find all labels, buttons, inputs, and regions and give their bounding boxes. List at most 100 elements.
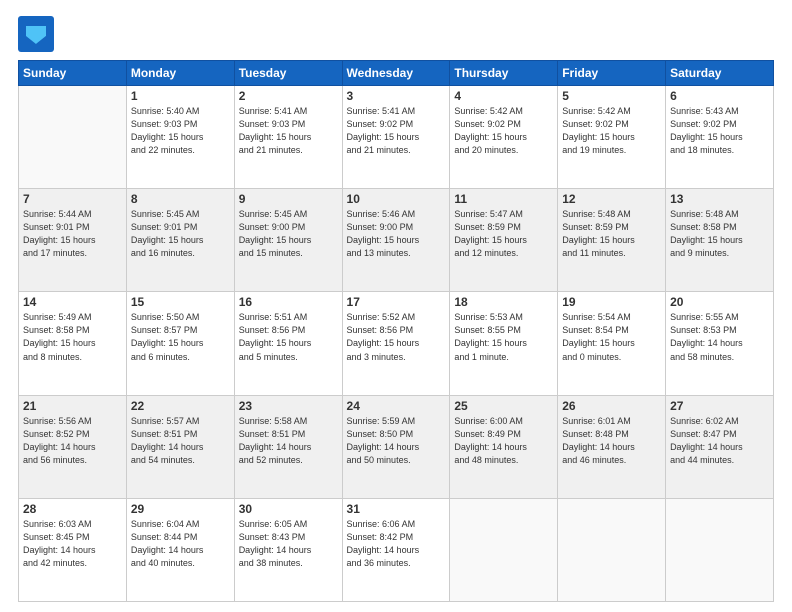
logo [18, 16, 58, 52]
calendar-week-row: 21 Sunrise: 5:56 AM Sunset: 8:52 PM Dayli… [19, 395, 774, 498]
calendar-cell: 30Sunrise: 6:05 AM Sunset: 8:43 PM Dayli… [234, 498, 342, 601]
day-number: 20 [670, 295, 769, 309]
calendar-cell: 12Sunrise: 5:48 AM Sunset: 8:59 PM Dayli… [558, 189, 666, 292]
calendar-cell: 4 Sunrise: 5:42 AM Sunset: 9:02 PM Daylig… [450, 86, 558, 189]
day-number: 15 [131, 295, 230, 309]
calendar-cell: 6Sunrise: 5:43 AM Sunset: 9:02 PM Daylig… [666, 86, 774, 189]
calendar-cell: 1 Sunrise: 5:40 AM Sunset: 9:03 PM Daylig… [126, 86, 234, 189]
calendar-cell: 16 Sunrise: 5:51 AM Sunset: 8:56 PM Dayli… [234, 292, 342, 395]
calendar-week-row: 1 Sunrise: 5:40 AM Sunset: 9:03 PM Daylig… [19, 86, 774, 189]
day-number: 14 [23, 295, 122, 309]
day-info: Sunrise: 5:46 AM Sunset: 9:00 PM Dayligh… [347, 208, 446, 260]
calendar-cell: 22 Sunrise: 5:57 AM Sunset: 8:51 PM Dayli… [126, 395, 234, 498]
day-info: Sunrise: 5:51 AM Sunset: 8:56 PM Dayligh… [239, 311, 338, 363]
day-info: Sunrise: 5:54 AM Sunset: 8:54 PM Dayligh… [562, 311, 661, 363]
logo-icon [18, 16, 54, 52]
day-info: Sunrise: 5:58 AM Sunset: 8:51 PM Dayligh… [239, 415, 338, 467]
day-number: 8 [131, 192, 230, 206]
calendar-cell: 21 Sunrise: 5:56 AM Sunset: 8:52 PM Dayli… [19, 395, 127, 498]
day-number: 30 [239, 502, 338, 516]
calendar-cell: 31 Sunrise: 6:06 AM Sunset: 8:42 PM Dayli… [342, 498, 450, 601]
day-number: 24 [347, 399, 446, 413]
day-info: Sunrise: 5:42 AM Sunset: 9:02 PM Dayligh… [454, 105, 553, 157]
day-number: 17 [347, 295, 446, 309]
weekday-header: Saturday [666, 61, 774, 86]
day-number: 13 [670, 192, 769, 206]
header [18, 16, 774, 52]
calendar-cell: 27 Sunrise: 6:02 AM Sunset: 8:47 PM Dayli… [666, 395, 774, 498]
calendar-cell: 18 Sunrise: 5:53 AM Sunset: 8:55 PM Dayli… [450, 292, 558, 395]
day-info: Sunrise: 5:41 AM Sunset: 9:02 PM Dayligh… [347, 105, 446, 157]
day-info: Sunrise: 5:42 AM Sunset: 9:02 PM Dayligh… [562, 105, 661, 157]
day-info: Sunrise: 5:40 AM Sunset: 9:03 PM Dayligh… [131, 105, 230, 157]
day-number: 31 [347, 502, 446, 516]
weekday-header: Thursday [450, 61, 558, 86]
day-info: Sunrise: 5:48 AM Sunset: 8:59 PM Dayligh… [562, 208, 661, 260]
weekday-header: Monday [126, 61, 234, 86]
day-number: 28 [23, 502, 122, 516]
calendar-cell: 10 Sunrise: 5:46 AM Sunset: 9:00 PM Dayli… [342, 189, 450, 292]
day-number: 10 [347, 192, 446, 206]
day-number: 3 [347, 89, 446, 103]
day-number: 19 [562, 295, 661, 309]
day-number: 11 [454, 192, 553, 206]
day-number: 29 [131, 502, 230, 516]
day-info: Sunrise: 5:55 AM Sunset: 8:53 PM Dayligh… [670, 311, 769, 363]
day-number: 16 [239, 295, 338, 309]
calendar-cell [450, 498, 558, 601]
calendar-cell: 26Sunrise: 6:01 AM Sunset: 8:48 PM Dayli… [558, 395, 666, 498]
day-info: Sunrise: 5:52 AM Sunset: 8:56 PM Dayligh… [347, 311, 446, 363]
day-info: Sunrise: 6:02 AM Sunset: 8:47 PM Dayligh… [670, 415, 769, 467]
day-info: Sunrise: 5:59 AM Sunset: 8:50 PM Dayligh… [347, 415, 446, 467]
calendar-cell [558, 498, 666, 601]
day-info: Sunrise: 6:01 AM Sunset: 8:48 PM Dayligh… [562, 415, 661, 467]
day-info: Sunrise: 5:57 AM Sunset: 8:51 PM Dayligh… [131, 415, 230, 467]
day-info: Sunrise: 5:45 AM Sunset: 9:00 PM Dayligh… [239, 208, 338, 260]
day-info: Sunrise: 5:48 AM Sunset: 8:58 PM Dayligh… [670, 208, 769, 260]
day-info: Sunrise: 6:06 AM Sunset: 8:42 PM Dayligh… [347, 518, 446, 570]
day-number: 21 [23, 399, 122, 413]
calendar: SundayMondayTuesdayWednesdayThursdayFrid… [18, 60, 774, 602]
calendar-cell: 20 Sunrise: 5:55 AM Sunset: 8:53 PM Dayli… [666, 292, 774, 395]
day-number: 23 [239, 399, 338, 413]
day-info: Sunrise: 5:50 AM Sunset: 8:57 PM Dayligh… [131, 311, 230, 363]
calendar-cell: 15 Sunrise: 5:50 AM Sunset: 8:57 PM Dayli… [126, 292, 234, 395]
calendar-cell: 14 Sunrise: 5:49 AM Sunset: 8:58 PM Dayli… [19, 292, 127, 395]
day-number: 18 [454, 295, 553, 309]
calendar-cell [666, 498, 774, 601]
day-info: Sunrise: 5:45 AM Sunset: 9:01 PM Dayligh… [131, 208, 230, 260]
day-info: Sunrise: 5:56 AM Sunset: 8:52 PM Dayligh… [23, 415, 122, 467]
day-info: Sunrise: 5:44 AM Sunset: 9:01 PM Dayligh… [23, 208, 122, 260]
day-number: 25 [454, 399, 553, 413]
calendar-cell: 2 Sunrise: 5:41 AM Sunset: 9:03 PM Daylig… [234, 86, 342, 189]
day-number: 5 [562, 89, 661, 103]
calendar-cell: 29 Sunrise: 6:04 AM Sunset: 8:44 PM Dayli… [126, 498, 234, 601]
day-info: Sunrise: 6:04 AM Sunset: 8:44 PM Dayligh… [131, 518, 230, 570]
day-number: 22 [131, 399, 230, 413]
day-info: Sunrise: 6:00 AM Sunset: 8:49 PM Dayligh… [454, 415, 553, 467]
calendar-week-row: 28Sunrise: 6:03 AM Sunset: 8:45 PM Dayli… [19, 498, 774, 601]
calendar-cell: 19 Sunrise: 5:54 AM Sunset: 8:54 PM Dayli… [558, 292, 666, 395]
day-info: Sunrise: 5:41 AM Sunset: 9:03 PM Dayligh… [239, 105, 338, 157]
day-info: Sunrise: 5:49 AM Sunset: 8:58 PM Dayligh… [23, 311, 122, 363]
page: SundayMondayTuesdayWednesdayThursdayFrid… [0, 0, 792, 612]
calendar-cell: 11 Sunrise: 5:47 AM Sunset: 8:59 PM Dayli… [450, 189, 558, 292]
calendar-cell [19, 86, 127, 189]
day-number: 4 [454, 89, 553, 103]
day-number: 1 [131, 89, 230, 103]
day-number: 7 [23, 192, 122, 206]
day-number: 27 [670, 399, 769, 413]
calendar-cell: 9Sunrise: 5:45 AM Sunset: 9:00 PM Daylig… [234, 189, 342, 292]
weekday-header: Friday [558, 61, 666, 86]
calendar-cell: 5 Sunrise: 5:42 AM Sunset: 9:02 PM Daylig… [558, 86, 666, 189]
weekday-header: Sunday [19, 61, 127, 86]
weekday-header: Tuesday [234, 61, 342, 86]
calendar-cell: 28Sunrise: 6:03 AM Sunset: 8:45 PM Dayli… [19, 498, 127, 601]
calendar-week-row: 7 Sunrise: 5:44 AM Sunset: 9:01 PM Daylig… [19, 189, 774, 292]
day-number: 2 [239, 89, 338, 103]
day-info: Sunrise: 5:53 AM Sunset: 8:55 PM Dayligh… [454, 311, 553, 363]
day-info: Sunrise: 5:47 AM Sunset: 8:59 PM Dayligh… [454, 208, 553, 260]
calendar-cell: 3 Sunrise: 5:41 AM Sunset: 9:02 PM Daylig… [342, 86, 450, 189]
calendar-cell: 7 Sunrise: 5:44 AM Sunset: 9:01 PM Daylig… [19, 189, 127, 292]
calendar-header-row: SundayMondayTuesdayWednesdayThursdayFrid… [19, 61, 774, 86]
